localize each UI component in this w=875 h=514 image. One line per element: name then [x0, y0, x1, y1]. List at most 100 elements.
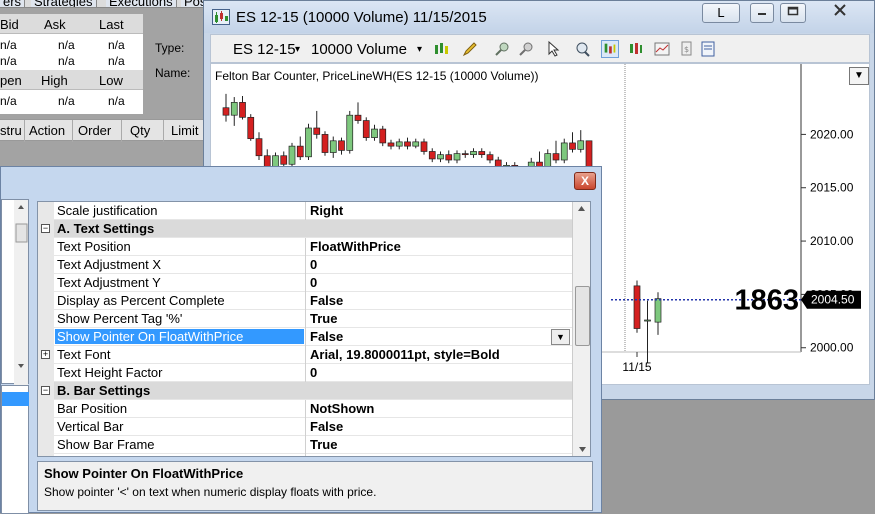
instrument-dropdown-icon[interactable]: ▾: [295, 44, 300, 55]
tab-orders[interactable]: ers: [0, 0, 26, 7]
property-value[interactable]: 0: [310, 257, 317, 272]
strategies-icon[interactable]: [627, 40, 645, 58]
property-row[interactable]: + Text Font Arial, 19.8000011pt, style=Bol…: [38, 346, 572, 364]
chart-titlebar[interactable]: ES 12-15 (10000 Volume) 11/15/2015 L: [204, 1, 874, 33]
property-row[interactable]: Show Conversion Line In Selection True: [38, 454, 572, 456]
dialog-close-button[interactable]: X: [574, 172, 596, 190]
col-limit[interactable]: Limit: [171, 123, 198, 138]
candle-down: [569, 142, 576, 150]
value-dropdown-button[interactable]: ▼: [551, 329, 570, 345]
candle-down: [263, 155, 271, 167]
collapse-icon[interactable]: −: [41, 224, 50, 233]
column-separator: [305, 346, 306, 364]
col-order[interactable]: Order: [78, 123, 111, 138]
high-value: n/a: [58, 94, 75, 108]
drawing-pencil-icon[interactable]: [461, 40, 479, 58]
property-grid-scrollbar[interactable]: [572, 202, 591, 456]
minimize-button[interactable]: [750, 3, 774, 23]
expand-icon[interactable]: +: [41, 350, 50, 359]
row-gutter: [38, 292, 54, 310]
quote-header-row: Bid Ask Last: [0, 14, 143, 34]
scroll-up-icon[interactable]: [573, 202, 590, 216]
candle-up: [346, 114, 354, 151]
property-value[interactable]: False: [310, 293, 343, 308]
instrument-selector[interactable]: ES 12-15: [233, 41, 296, 58]
properties-icon[interactable]: [699, 40, 717, 58]
chart-trader-icon[interactable]: [653, 40, 671, 58]
col-separator: [121, 120, 122, 142]
collapse-icon[interactable]: −: [41, 386, 50, 395]
property-grid[interactable]: Scale justification Right − A. Text Setting…: [37, 201, 591, 457]
quote-grid: Bid Ask Last n/a n/a n/a n/a n/a n/a pen…: [0, 14, 143, 114]
scroll-thumb[interactable]: [575, 286, 590, 346]
candle-up: [272, 155, 279, 167]
property-row[interactable]: Scale justification Right: [38, 202, 572, 220]
zoom-in-icon[interactable]: [493, 40, 511, 58]
bid-header: Bid: [0, 17, 19, 32]
col-qty[interactable]: Qty: [130, 123, 150, 138]
y-tick-label: 2020.00: [810, 127, 854, 141]
property-value[interactable]: FloatWithPrice: [310, 239, 401, 254]
tab-positions[interactable]: Pos: [181, 0, 205, 7]
copy-icon[interactable]: $: [677, 40, 695, 58]
property-value[interactable]: True: [310, 455, 337, 456]
candle-up: [470, 151, 477, 156]
bid-value: n/a: [0, 38, 17, 52]
ask-header: Ask: [44, 17, 66, 32]
col-action[interactable]: Action: [29, 123, 65, 138]
property-value[interactable]: False: [310, 329, 343, 344]
indicators-icon[interactable]: [601, 40, 619, 58]
candle-down: [486, 154, 494, 161]
candle-down: [255, 138, 263, 157]
property-row[interactable]: Display as Percent Complete False: [38, 292, 572, 310]
property-row[interactable]: Bar Position NotShown: [38, 400, 572, 418]
tab-strategies[interactable]: Strategies: [31, 0, 97, 7]
property-row[interactable]: Text Height Factor 0: [38, 364, 572, 382]
indicator-list-scrollbar[interactable]: [14, 200, 28, 385]
property-value[interactable]: Right: [310, 203, 343, 218]
candle-down: [552, 153, 560, 161]
high-header: High: [41, 73, 68, 88]
scroll-down-icon[interactable]: [574, 442, 591, 456]
interval-dropdown-icon[interactable]: ▾: [417, 44, 422, 55]
zoom-out-icon[interactable]: [517, 40, 535, 58]
candle-up: [230, 102, 238, 116]
selected-indicator-item[interactable]: [2, 392, 29, 406]
row-gutter: [38, 202, 54, 220]
tab-executions[interactable]: Executions: [106, 0, 177, 7]
property-row[interactable]: Show Percent Tag '%' True: [38, 310, 572, 328]
ask-value: n/a: [58, 38, 75, 52]
candle-down: [478, 151, 486, 156]
restore-layout-button[interactable]: L: [702, 3, 740, 23]
property-row[interactable]: Text Position FloatWithPrice: [38, 238, 572, 256]
property-row[interactable]: Show Bar Frame True: [38, 436, 572, 454]
property-value[interactable]: Arial, 19.8000011pt, style=Bold: [310, 347, 500, 362]
property-value[interactable]: 0: [310, 275, 317, 290]
column-separator: [305, 364, 306, 382]
maximize-icon: [787, 6, 799, 16]
bar-style-icon[interactable]: [433, 40, 451, 58]
study-dropdown-button[interactable]: ▼: [849, 67, 869, 85]
property-value[interactable]: True: [310, 311, 337, 326]
applied-indicators-list[interactable]: [1, 385, 29, 514]
property-row[interactable]: Text Adjustment Y 0: [38, 274, 572, 292]
property-name: Text Adjustment Y: [57, 275, 161, 290]
cursor-icon[interactable]: [545, 40, 563, 58]
col-instrument[interactable]: stru: [0, 123, 22, 138]
candle-up: [329, 140, 337, 153]
property-row[interactable]: Vertical Bar False: [38, 418, 572, 436]
interval-selector[interactable]: 10000 Volume: [311, 41, 407, 58]
property-value[interactable]: 0: [310, 365, 317, 380]
property-value[interactable]: False: [310, 419, 343, 434]
candle-down: [296, 145, 304, 158]
property-category-row[interactable]: − B. Bar Settings: [38, 382, 572, 400]
property-row[interactable]: Show Pointer On FloatWithPrice False ▼: [38, 328, 572, 346]
data-box-icon[interactable]: [573, 40, 591, 58]
property-category-row[interactable]: − A. Text Settings: [38, 220, 572, 238]
property-row[interactable]: Text Adjustment X 0: [38, 256, 572, 274]
property-value[interactable]: NotShown: [310, 401, 374, 416]
maximize-button[interactable]: [780, 3, 806, 23]
property-value[interactable]: True: [310, 437, 337, 452]
indicator-list[interactable]: [1, 199, 29, 385]
window-close-button[interactable]: [812, 3, 868, 23]
